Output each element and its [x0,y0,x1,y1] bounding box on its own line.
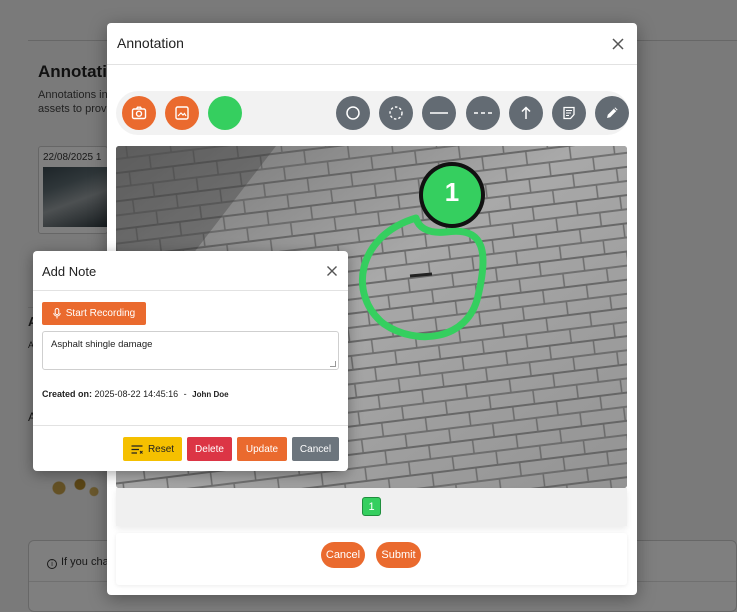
microphone-icon [53,308,61,319]
note-text-value: Asphalt shingle damage [51,339,153,350]
close-icon[interactable] [322,261,342,281]
cancel-button[interactable]: Cancel [321,542,365,568]
created-separator: - [183,389,187,399]
created-timestamp: 2025-08-22 14:45:16 [94,389,179,399]
start-recording-button[interactable]: Start Recording [42,302,146,325]
arrow-up-icon[interactable] [509,96,543,130]
note-title: Add Note [42,264,97,279]
reset-button[interactable]: Reset [123,437,182,461]
page-strip: 1 [116,488,627,526]
solid-line-icon[interactable] [422,96,456,130]
dashed-line-icon[interactable] [466,96,500,130]
annotation-marker-number: 1 [444,177,460,207]
start-recording-label: Start Recording [65,308,136,319]
created-info: Created on: 2025-08-22 14:45:16 - John D… [42,389,229,399]
modal-header: Annotation [107,23,637,65]
modal-footer: Cancel Submit [116,533,627,585]
annotation-toolbar [116,91,629,135]
note-icon[interactable] [552,96,586,130]
close-icon[interactable] [607,33,629,55]
delete-button[interactable]: Delete [187,437,232,461]
submit-button[interactable]: Submit [376,542,421,568]
reset-label: Reset [147,443,175,455]
camera-icon[interactable] [122,96,156,130]
pencil-icon[interactable] [595,96,629,130]
page-indicator[interactable]: 1 [362,497,381,516]
circle-icon[interactable] [336,96,370,130]
note-cancel-button[interactable]: Cancel [292,437,339,461]
note-textarea[interactable]: Asphalt shingle damage [42,331,339,370]
color-swatch[interactable] [208,96,242,130]
resize-handle[interactable] [330,361,336,367]
note-divider [33,425,348,426]
dashed-circle-icon[interactable] [379,96,413,130]
created-label: Created on: [42,389,93,399]
clear-format-icon [131,444,143,454]
modal-title: Annotation [117,35,184,51]
add-note-dialog: Add Note Start Recording Asphalt shingle… [33,251,348,471]
author-name: John Doe [192,390,229,399]
image-icon[interactable] [165,96,199,130]
update-button[interactable]: Update [237,437,287,461]
note-header: Add Note [33,251,348,291]
